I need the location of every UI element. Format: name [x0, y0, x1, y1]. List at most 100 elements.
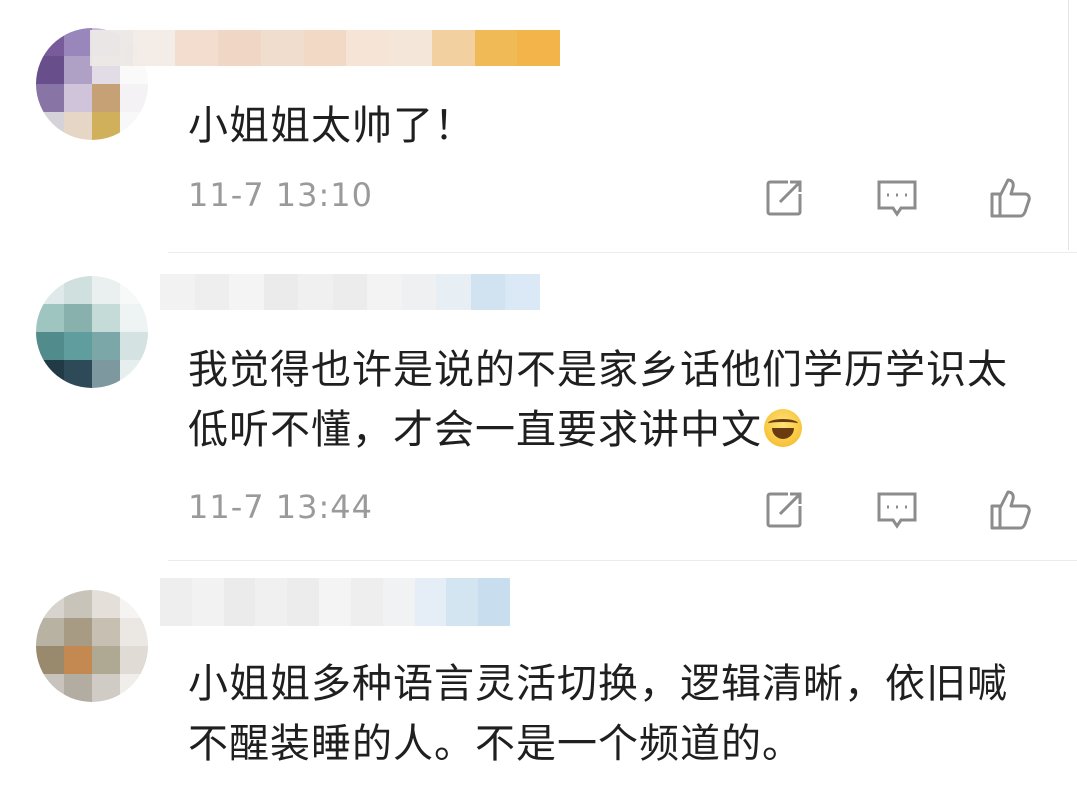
avatar-pixel: [92, 276, 120, 304]
comment-icon[interactable]: [873, 486, 921, 534]
username-pixel: [298, 274, 333, 310]
comment-icon[interactable]: [873, 174, 921, 222]
username-pixel: [382, 578, 415, 626]
avatar-pixel: [36, 304, 64, 332]
avatar[interactable]: [36, 276, 148, 388]
avatar-pixel: [120, 304, 148, 332]
avatar-pixel: [36, 276, 64, 304]
avatar-pixel: [36, 590, 64, 618]
comment-text: 小姐姐多种语言灵活切换，逻辑清晰，依旧喊不醒装睡的人。不是一个频道的。: [188, 661, 1008, 767]
username-pixel: [194, 274, 230, 310]
comment-text: 我觉得也许是说的不是家乡话他们学历学识太低听不懂，才会一直要求讲中文: [188, 340, 1048, 460]
avatar-pixel: [92, 332, 120, 360]
avatar-pixel: [120, 590, 148, 618]
avatar-pixel: [120, 332, 148, 360]
username-pixel: [505, 274, 541, 310]
username-pixel: [132, 30, 176, 66]
comment-text-content: 我觉得也许是说的不是家乡话他们学历学识太低听不懂，才会一直要求讲中文: [188, 347, 1008, 453]
username-pixel: [431, 30, 475, 66]
username-pixel: [350, 578, 383, 626]
avatar-pixel: [36, 84, 64, 112]
avatar-pixel: [64, 360, 92, 388]
username-pixel: [401, 274, 437, 310]
avatar-pixel: [92, 618, 120, 646]
username-pixel: [255, 578, 288, 626]
avatar-pixel: [120, 276, 148, 304]
laughing-tears-emoji-icon: [764, 409, 802, 447]
username-blurred[interactable]: [90, 30, 561, 66]
thumbs-up-icon[interactable]: [986, 174, 1034, 222]
avatar-pixel: [36, 618, 64, 646]
avatar-pixel: [64, 590, 92, 618]
thumbs-up-icon[interactable]: [986, 486, 1034, 534]
username-pixel: [260, 30, 304, 66]
username-pixel: [414, 578, 447, 626]
username-pixel: [229, 274, 264, 310]
avatar-pixel: [64, 84, 92, 112]
avatar-pixel: [92, 360, 120, 388]
divider: [168, 252, 1077, 253]
comment-time: 11-7 13:44: [188, 488, 374, 526]
avatar-pixel: [64, 112, 92, 140]
username-pixel: [223, 578, 256, 626]
avatar-pixel: [64, 28, 92, 56]
username-pixel: [218, 30, 261, 66]
avatar-pixel: [120, 360, 148, 388]
username-pixel: [90, 30, 133, 66]
avatar-pixel: [92, 590, 120, 618]
username-pixel: [367, 274, 402, 310]
username-pixel: [389, 30, 432, 66]
avatar-pixel: [36, 646, 64, 674]
avatar-pixel: [36, 360, 64, 388]
avatar-pixel: [36, 332, 64, 360]
comment-text: 小姐姐太帅了！: [188, 103, 475, 149]
avatar-pixel: [92, 84, 120, 112]
username-pixel: [160, 274, 195, 310]
avatar-pixel: [92, 674, 120, 702]
avatar-pixel: [36, 112, 64, 140]
username-pixel: [175, 30, 219, 66]
avatar-pixel: [92, 304, 120, 332]
username-pixel: [191, 578, 224, 626]
avatar-pixel: [92, 112, 120, 140]
avatar-pixel: [36, 674, 64, 702]
avatar-pixel: [64, 618, 92, 646]
comment-time: 11-7 13:10: [188, 176, 374, 214]
username-pixel: [319, 578, 351, 626]
avatar-pixel: [92, 646, 120, 674]
avatar-pixel: [36, 56, 64, 84]
username-pixel: [287, 578, 320, 626]
avatar-pixel: [64, 56, 92, 84]
username-pixel: [263, 274, 299, 310]
username-pixel: [517, 30, 561, 66]
avatar-pixel: [120, 618, 148, 646]
divider: [168, 560, 1077, 561]
share-icon[interactable]: [760, 174, 808, 222]
avatar-pixel: [64, 674, 92, 702]
avatar-pixel: [120, 112, 148, 140]
username-pixel: [332, 274, 368, 310]
username-pixel: [160, 578, 192, 626]
comment-actions: [760, 174, 1050, 222]
comment-actions: [760, 486, 1050, 534]
avatar-pixel: [64, 646, 92, 674]
share-icon[interactable]: [760, 486, 808, 534]
avatar-pixel: [120, 674, 148, 702]
username-pixel: [303, 30, 347, 66]
avatar-pixel: [64, 276, 92, 304]
username-blurred[interactable]: [160, 274, 541, 310]
username-pixel: [346, 30, 390, 66]
username-pixel: [446, 578, 479, 626]
avatar-pixel: [120, 646, 148, 674]
avatar-pixel: [64, 304, 92, 332]
username-pixel: [478, 578, 510, 626]
scrollbar-edge: [1068, 0, 1069, 250]
username-pixel: [470, 274, 506, 310]
username-pixel: [436, 274, 471, 310]
username-pixel: [474, 30, 518, 66]
avatar[interactable]: [36, 590, 148, 702]
avatar-pixel: [120, 84, 148, 112]
avatar-pixel: [64, 332, 92, 360]
avatar-pixel: [36, 28, 64, 56]
username-blurred[interactable]: [160, 578, 510, 626]
